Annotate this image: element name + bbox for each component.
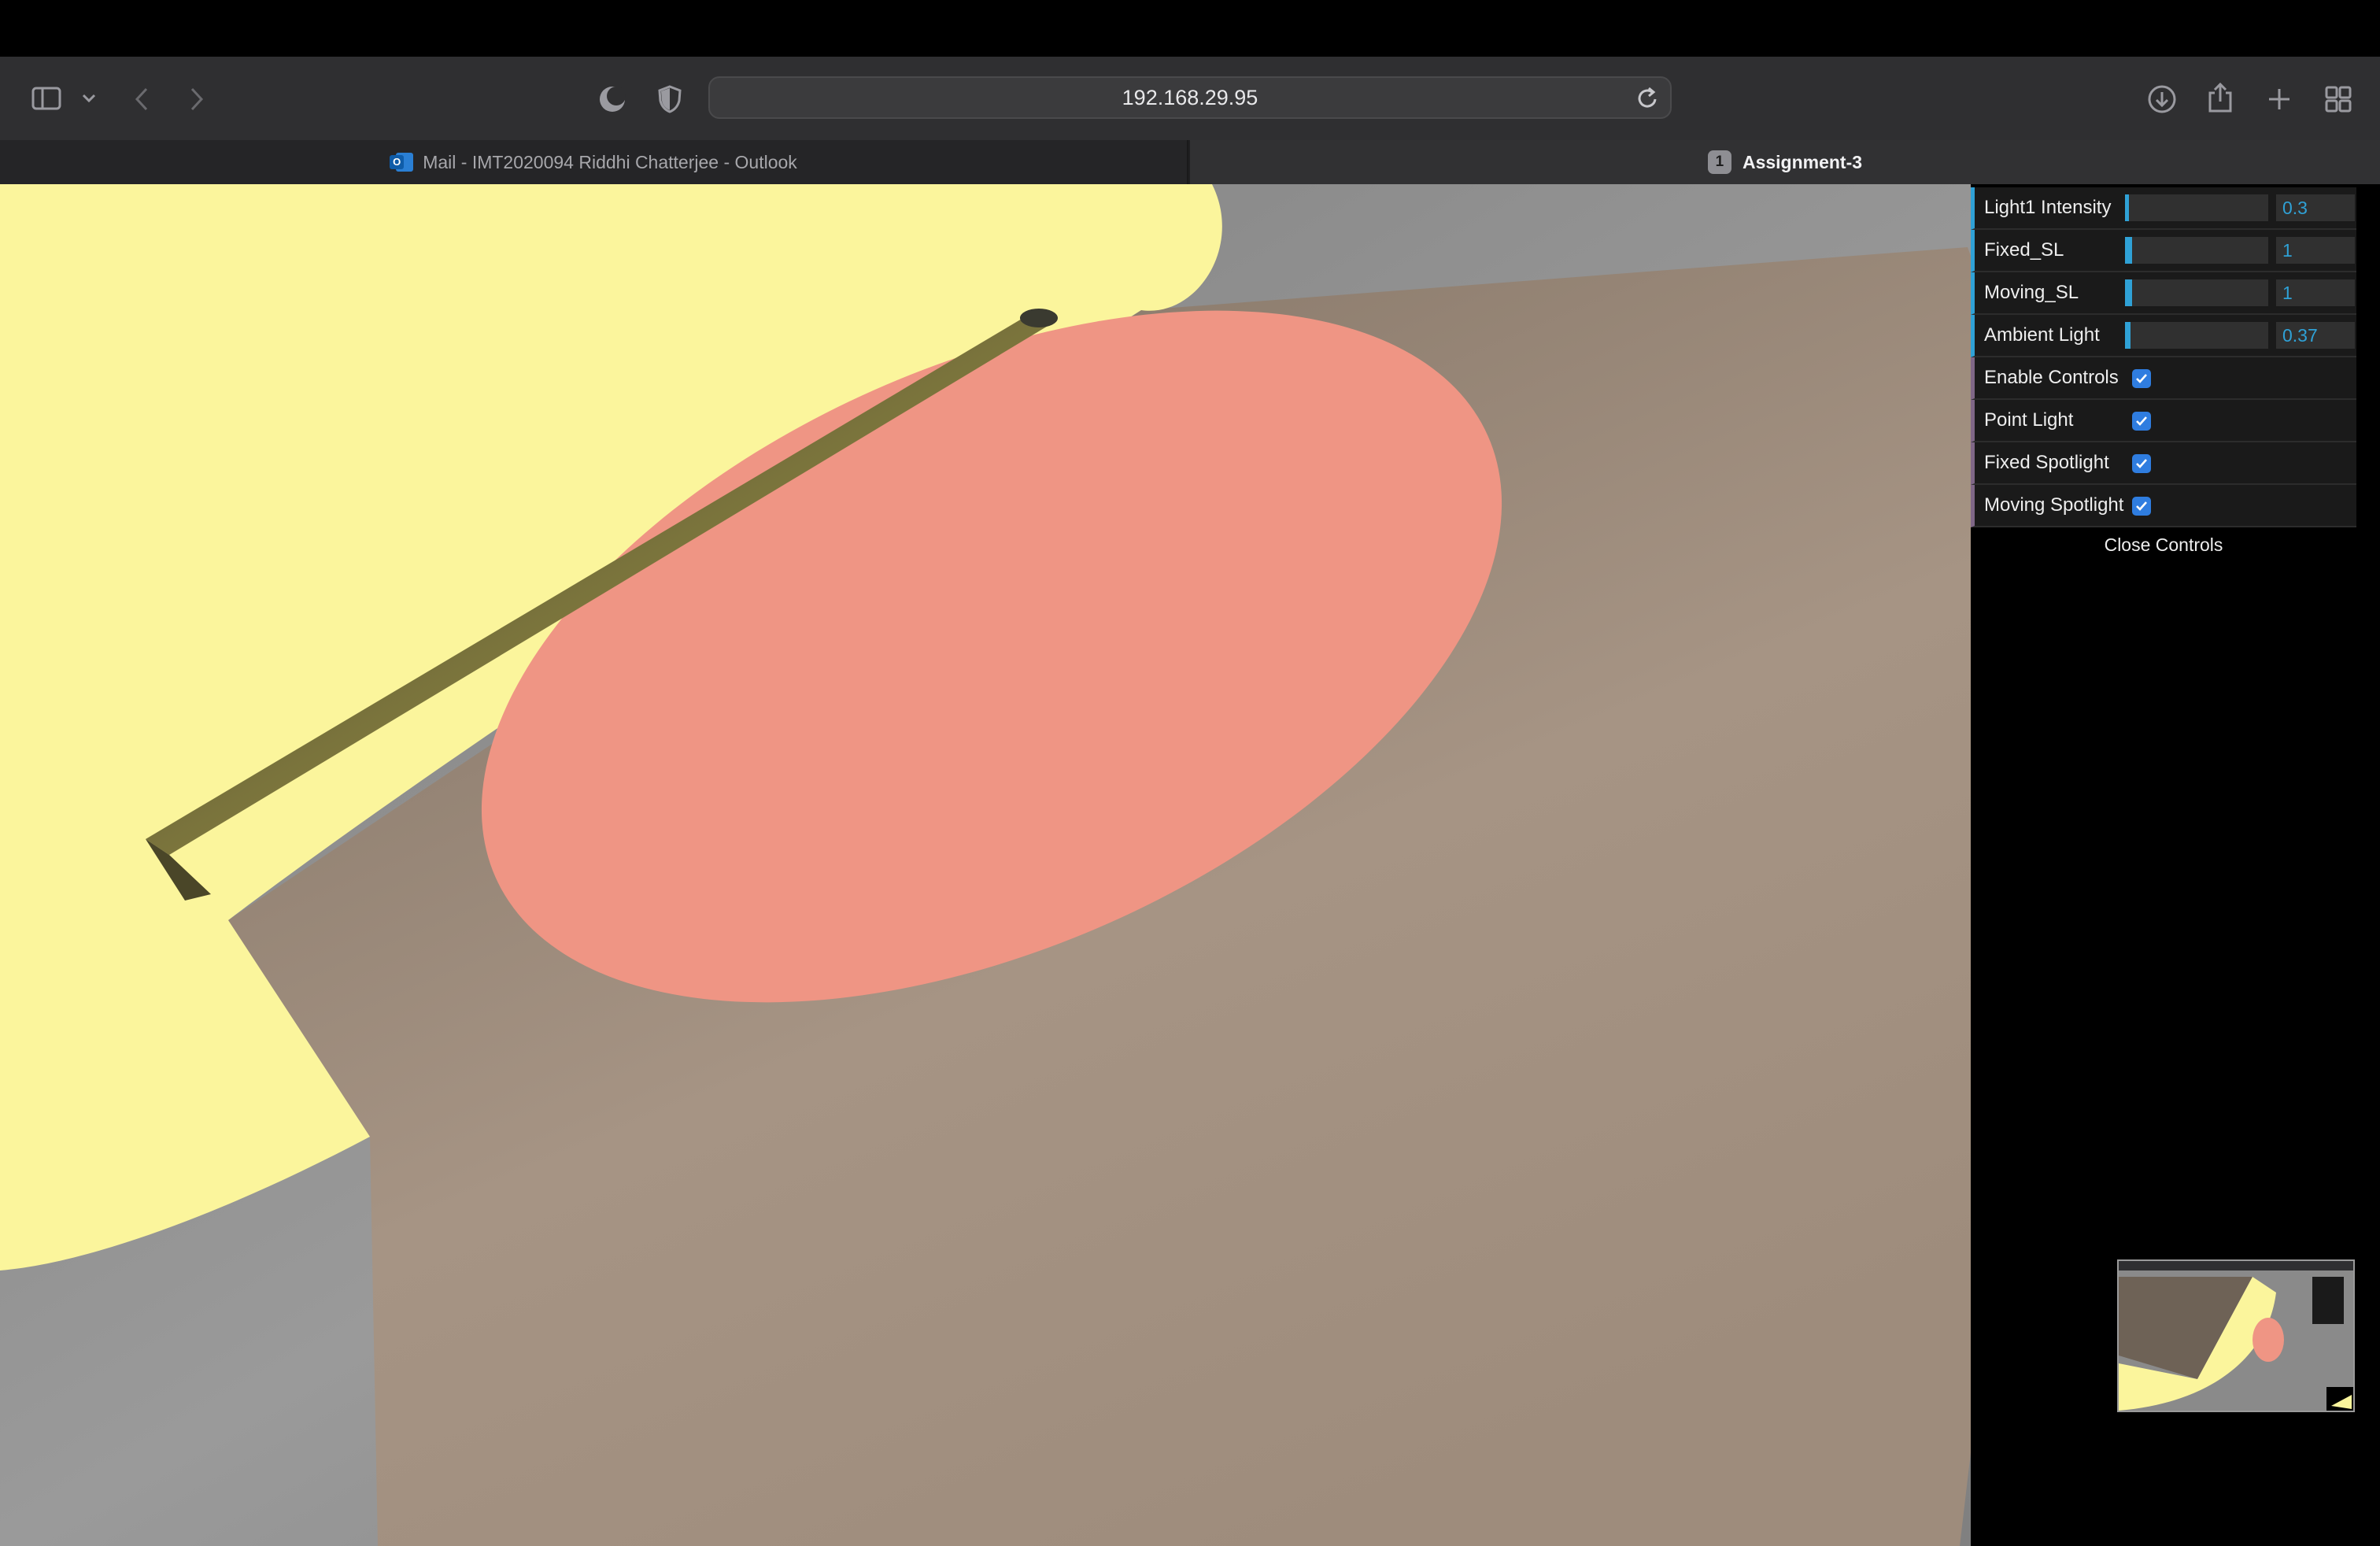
rod-end-right: [1020, 309, 1058, 327]
checkmark-icon: [2136, 501, 2147, 511]
moving-sl-input[interactable]: 1: [2276, 279, 2355, 306]
outlook-icon: O: [390, 151, 414, 173]
control-label: Fixed Spotlight: [1984, 452, 2109, 473]
share-icon[interactable]: [2207, 82, 2234, 113]
moving-sl-slider[interactable]: [2125, 279, 2268, 306]
enable-controls-row: Enable Controls: [1971, 357, 2356, 400]
screenshot-thumbnail[interactable]: [2117, 1259, 2355, 1412]
checkmark-icon: [2136, 416, 2147, 426]
tab-assignment-3[interactable]: 1 Assignment-3: [1190, 140, 2380, 184]
ambient-light-row: Ambient Light 0.37: [1971, 315, 2356, 357]
reload-icon[interactable]: [1637, 87, 1659, 114]
moving-spotlight-checkbox[interactable]: [2132, 497, 2151, 516]
tab-outlook-mail[interactable]: O Mail - IMT2020094 Riddhi Chatterjee - …: [0, 140, 1188, 184]
tab-title: Mail - IMT2020094 Riddhi Chatterjee - Ou…: [423, 151, 797, 172]
tab-number-badge: 1: [1707, 150, 1731, 174]
system-menu-bar: [0, 0, 2380, 57]
point-light-checkbox[interactable]: [2132, 412, 2151, 431]
control-label: Ambient Light: [1984, 324, 2100, 346]
slider-fill: [2125, 279, 2133, 306]
fixed-spotlight-checkbox[interactable]: [2132, 454, 2151, 473]
ambient-light-slider[interactable]: [2125, 322, 2268, 349]
control-label: Moving Spotlight: [1984, 494, 2124, 516]
tab-bar: O Mail - IMT2020094 Riddhi Chatterjee - …: [0, 140, 2380, 184]
checkmark-icon: [2136, 459, 2147, 468]
tab-title: Assignment-3: [1742, 151, 1863, 172]
light1-intensity-input[interactable]: 0.3: [2276, 194, 2355, 221]
download-icon[interactable]: [2147, 84, 2177, 114]
url-text: 192.168.29.95: [1122, 86, 1258, 109]
chevron-down-icon[interactable]: [82, 93, 96, 104]
dat-gui-panel: Light1 Intensity 0.3 Fixed_SL 1 Moving_S…: [1971, 187, 2356, 562]
browser-toolbar: 192.168.29.95: [0, 57, 2380, 141]
fixed-sl-slider[interactable]: [2125, 237, 2268, 264]
back-icon[interactable]: [134, 87, 150, 112]
enable-controls-checkbox[interactable]: [2132, 369, 2151, 388]
control-label: Moving_SL: [1984, 282, 2079, 303]
light1-intensity-slider[interactable]: [2125, 194, 2268, 221]
control-label: Point Light: [1984, 409, 2074, 431]
slider-fill: [2125, 237, 2133, 264]
new-tab-icon[interactable]: [2267, 87, 2292, 112]
light1-intensity-row: Light1 Intensity 0.3: [1971, 187, 2356, 230]
point-light-row: Point Light: [1971, 400, 2356, 442]
fixed-sl-input[interactable]: 1: [2276, 237, 2355, 264]
checkmark-icon: [2136, 374, 2147, 383]
tab-overview-icon[interactable]: [2325, 86, 2352, 113]
slider-fill: [2125, 194, 2130, 221]
address-bar[interactable]: 192.168.29.95: [708, 76, 1672, 119]
control-label: Light1 Intensity: [1984, 197, 2112, 218]
slider-fill: [2125, 322, 2131, 349]
fixed-sl-row: Fixed_SL 1: [1971, 230, 2356, 272]
close-controls-button[interactable]: Close Controls: [1971, 527, 2356, 562]
forward-icon[interactable]: [189, 87, 205, 112]
privacy-shield-icon[interactable]: [658, 85, 682, 113]
moving-sl-row: Moving_SL 1: [1971, 272, 2356, 315]
sidebar-icon[interactable]: [31, 87, 61, 110]
night-mode-icon[interactable]: [598, 85, 626, 113]
fixed-spotlight-row: Fixed Spotlight: [1971, 442, 2356, 485]
moving-spotlight-row: Moving Spotlight: [1971, 485, 2356, 527]
control-label: Enable Controls: [1984, 367, 2119, 388]
control-label: Fixed_SL: [1984, 239, 2064, 261]
ambient-light-input[interactable]: 0.37: [2276, 322, 2355, 349]
